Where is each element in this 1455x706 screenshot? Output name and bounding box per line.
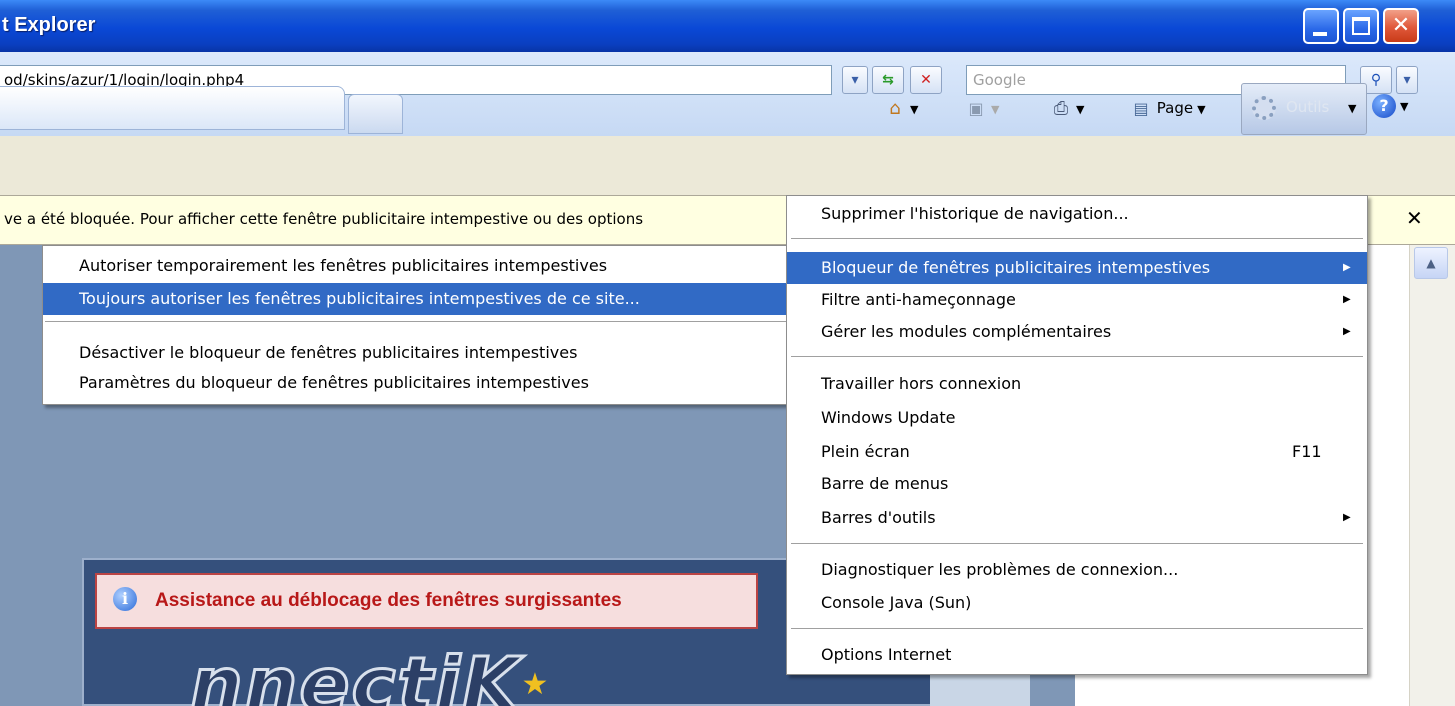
- chevron-up-icon: ▲: [1426, 256, 1436, 270]
- infobar-text: ve a été bloquée. Pour afficher cette fe…: [4, 210, 644, 228]
- menu-separator: [791, 356, 1363, 357]
- logo-text: nnectiK: [190, 641, 522, 706]
- menu-item-label: Plein écran: [821, 442, 910, 461]
- page-menu-button[interactable]: ▤ Page ▼: [1130, 90, 1206, 126]
- chevron-down-icon: ▼: [910, 103, 919, 116]
- assist-text: Assistance au déblocage des fenêtres sur…: [155, 590, 622, 611]
- search-options-button[interactable]: ▾: [1396, 66, 1418, 94]
- close-icon[interactable]: ✕: [1406, 206, 1423, 230]
- address-dropdown-button[interactable]: ▾: [842, 66, 868, 94]
- feeds-button[interactable]: ▣ ▼: [965, 90, 999, 126]
- chevron-down-icon: ▼: [1076, 103, 1085, 116]
- search-placeholder: Google: [973, 71, 1026, 89]
- refresh-icon: ⇆: [882, 72, 894, 88]
- vertical-scrollbar[interactable]: ▲: [1409, 245, 1455, 706]
- title-bar: t Explorer ✕: [0, 0, 1455, 52]
- menu-item-always-allow[interactable]: Toujours autoriser les fenêtres publicit…: [43, 283, 801, 315]
- menu-item-blocker-settings[interactable]: Paramètres du bloqueur de fenêtres publi…: [43, 367, 801, 399]
- menu-separator: [791, 238, 1363, 239]
- popup-blocker-menu: Autoriser temporairement les fenêtres pu…: [42, 245, 802, 405]
- page-label: Page: [1156, 99, 1194, 117]
- new-tab-button[interactable]: [348, 94, 403, 134]
- gear-icon: [1252, 96, 1276, 120]
- shortcut-label: F11: [1292, 442, 1322, 461]
- menu-item-toolbars[interactable]: Barres d'outils ▶: [787, 502, 1367, 534]
- menu-item-label: Bloqueur de fenêtres publicitaires intem…: [821, 258, 1211, 277]
- popup-assist-banner[interactable]: i Assistance au déblocage des fenêtres s…: [95, 573, 758, 629]
- home-button[interactable]: ⌂ ▼: [884, 90, 918, 126]
- chevron-right-icon: ▶: [1343, 294, 1351, 305]
- info-icon: i: [113, 587, 137, 611]
- menu-separator: [791, 628, 1363, 629]
- menu-separator: [791, 543, 1363, 544]
- tools-label: Outils: [1286, 98, 1330, 116]
- menu-item-label: Barres d'outils: [821, 508, 936, 527]
- chevron-down-icon: ▼: [1348, 102, 1357, 115]
- menu-item-java-console[interactable]: Console Java (Sun): [787, 587, 1367, 619]
- chevron-right-icon: ▶: [1343, 512, 1351, 523]
- chevron-down-icon: ▾: [851, 72, 859, 88]
- menu-separator: [45, 321, 799, 322]
- minimize-button[interactable]: [1303, 8, 1339, 44]
- chevron-down-icon: ▼: [991, 103, 1000, 116]
- star-icon: ★: [521, 667, 551, 702]
- stop-icon: ✕: [920, 72, 932, 88]
- menu-item-delete-history[interactable]: Supprimer l'historique de navigation...: [787, 198, 1367, 230]
- help-button[interactable]: ?: [1372, 94, 1396, 118]
- maximize-button[interactable]: [1343, 8, 1379, 44]
- menu-item-disable-blocker[interactable]: Désactiver le bloqueur de fenêtres publi…: [43, 337, 801, 369]
- menu-item-phishing-filter[interactable]: Filtre anti-hameçonnage ▶: [787, 284, 1367, 316]
- feed-icon: ▣: [968, 98, 984, 118]
- menu-item-manage-addons[interactable]: Gérer les modules complémentaires ▶: [787, 316, 1367, 348]
- menu-item-full-screen[interactable]: Plein écran F11: [787, 436, 1367, 468]
- chevron-right-icon: ▶: [1343, 262, 1351, 273]
- chevron-down-icon: ▼: [1197, 103, 1206, 116]
- menu-item-internet-options[interactable]: Options Internet: [787, 639, 1367, 671]
- home-icon: ⌂: [889, 97, 901, 119]
- page-icon: ▤: [1133, 98, 1149, 118]
- chevron-down-icon: ▼: [1400, 100, 1409, 113]
- browser-tab[interactable]: [0, 86, 345, 130]
- window-title: t Explorer: [2, 14, 96, 36]
- close-icon: ✕: [1391, 13, 1411, 38]
- search-icon: ⚲: [1370, 72, 1382, 88]
- tools-menu: Supprimer l'historique de navigation... …: [786, 195, 1368, 675]
- menu-item-menu-bar[interactable]: Barre de menus: [787, 468, 1367, 500]
- help-icon: ?: [1379, 96, 1389, 115]
- menu-item-label: Filtre anti-hameçonnage: [821, 290, 1016, 309]
- site-logo: nnectiK★: [190, 640, 550, 706]
- menu-item-popup-blocker[interactable]: Bloqueur de fenêtres publicitaires intem…: [787, 252, 1367, 284]
- close-button[interactable]: ✕: [1383, 8, 1419, 44]
- menu-item-work-offline[interactable]: Travailler hors connexion: [787, 368, 1367, 400]
- menu-item-diagnose-connection[interactable]: Diagnostiquer les problèmes de connexion…: [787, 554, 1367, 586]
- menu-item-label: Gérer les modules complémentaires: [821, 322, 1112, 341]
- print-button[interactable]: ⎙ ▼: [1050, 90, 1085, 126]
- chevron-right-icon: ▶: [1343, 326, 1351, 337]
- printer-icon: ⎙: [1053, 97, 1069, 119]
- tools-menu-button[interactable]: Outils ▼: [1241, 83, 1367, 135]
- menu-item-windows-update[interactable]: Windows Update: [787, 402, 1367, 434]
- scroll-up-button[interactable]: ▲: [1414, 247, 1448, 279]
- menu-item-allow-temporarily[interactable]: Autoriser temporairement les fenêtres pu…: [43, 250, 801, 282]
- chevron-down-icon: ▾: [1403, 72, 1411, 88]
